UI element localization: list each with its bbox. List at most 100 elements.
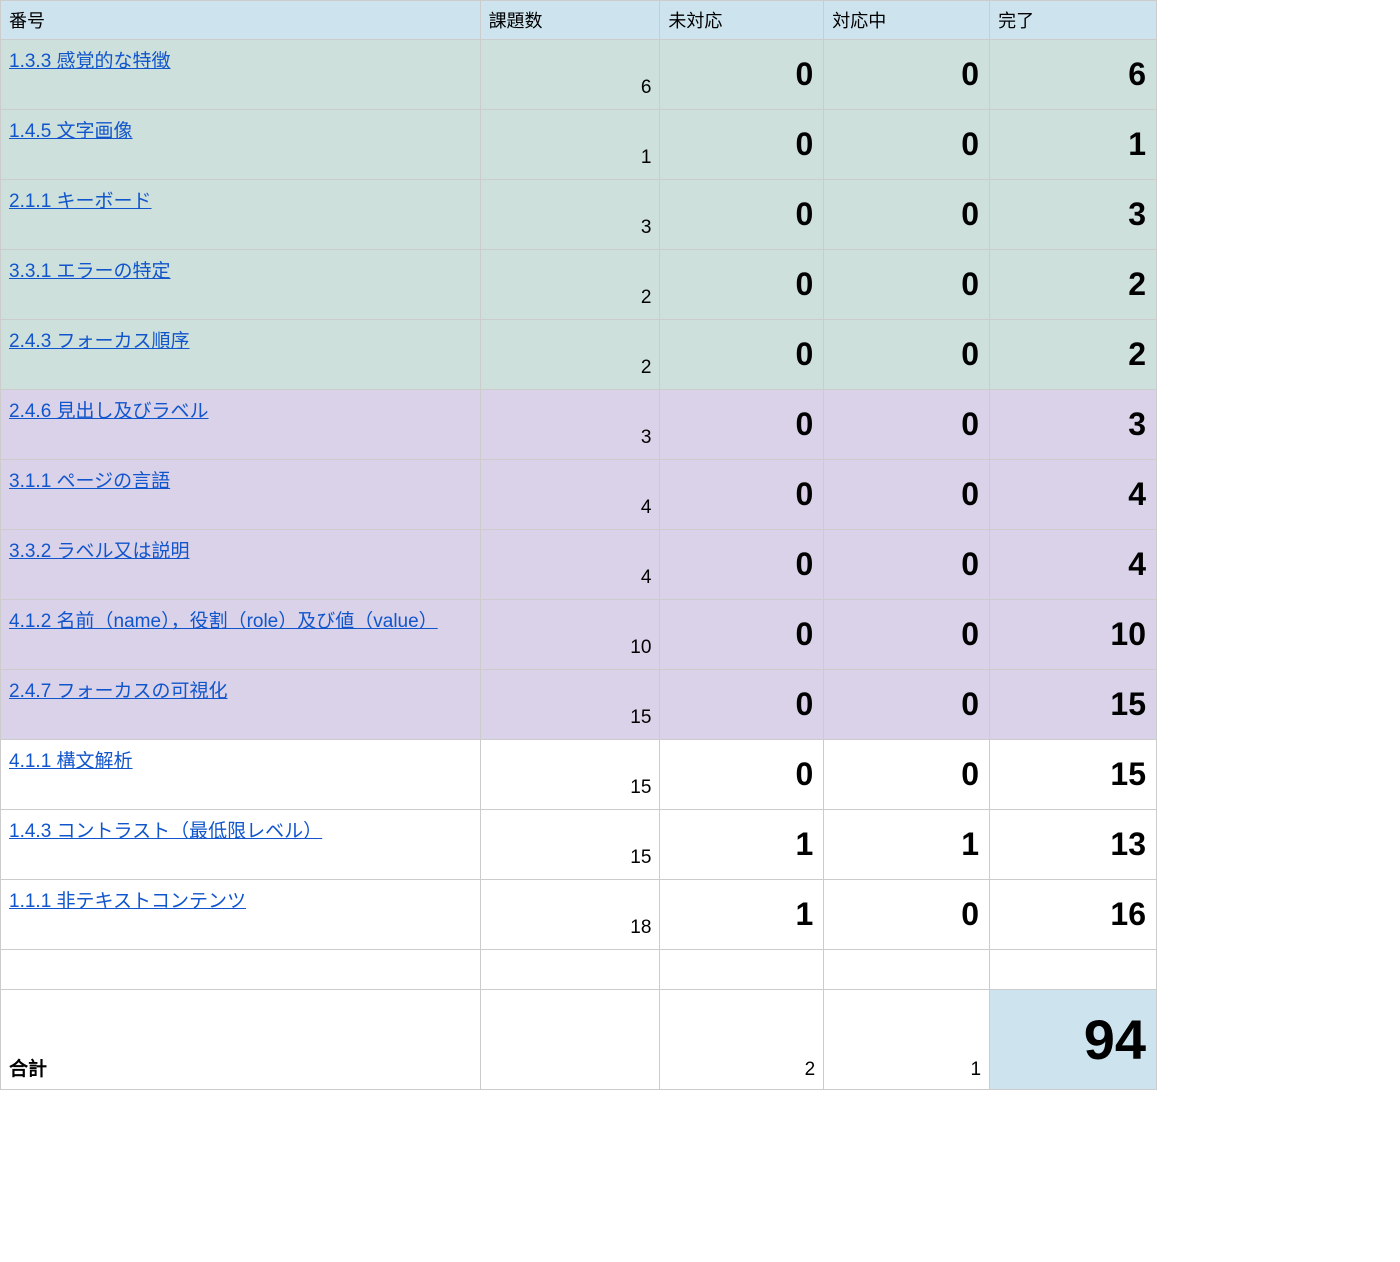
inprog-cell: 0 bbox=[824, 600, 990, 670]
criterion-cell: 4.1.2 名前（name），役割（role）及び値（value） bbox=[1, 600, 481, 670]
issues-cell: 10 bbox=[480, 600, 660, 670]
criterion-link[interactable]: 3.1.1 ページの言語 bbox=[9, 471, 170, 492]
table-row: 2.1.1 キーボード3003 bbox=[1, 180, 1157, 250]
criterion-cell: 3.3.2 ラベル又は説明 bbox=[1, 530, 481, 600]
inprog-cell: 0 bbox=[824, 740, 990, 810]
criterion-cell: 2.4.6 見出し及びラベル bbox=[1, 390, 481, 460]
criterion-link[interactable]: 3.3.1 エラーの特定 bbox=[9, 261, 171, 282]
criterion-cell: 1.1.1 非テキストコンテンツ bbox=[1, 880, 481, 950]
inprog-cell: 0 bbox=[824, 390, 990, 460]
criterion-link[interactable]: 2.4.7 フォーカスの可視化 bbox=[9, 681, 228, 702]
table-row: 3.1.1 ページの言語4004 bbox=[1, 460, 1157, 530]
total-open: 2 bbox=[660, 990, 824, 1090]
criterion-link[interactable]: 2.1.1 キーボード bbox=[9, 191, 152, 212]
criterion-link[interactable]: 1.4.3 コントラスト（最低限レベル） bbox=[9, 821, 322, 842]
done-cell: 6 bbox=[990, 40, 1157, 110]
table-row: 1.4.5 文字画像1001 bbox=[1, 110, 1157, 180]
issues-cell: 4 bbox=[480, 530, 660, 600]
done-cell: 15 bbox=[990, 740, 1157, 810]
issues-cell: 18 bbox=[480, 880, 660, 950]
done-cell: 2 bbox=[990, 320, 1157, 390]
header-number: 番号 bbox=[1, 1, 481, 40]
open-cell: 1 bbox=[660, 810, 824, 880]
open-cell: 0 bbox=[660, 180, 824, 250]
criterion-cell: 1.4.3 コントラスト（最低限レベル） bbox=[1, 810, 481, 880]
inprog-cell: 0 bbox=[824, 880, 990, 950]
open-cell: 0 bbox=[660, 740, 824, 810]
done-cell: 4 bbox=[990, 530, 1157, 600]
issues-cell: 3 bbox=[480, 390, 660, 460]
table-row: 1.4.3 コントラスト（最低限レベル）151113 bbox=[1, 810, 1157, 880]
issues-cell: 1 bbox=[480, 110, 660, 180]
table-row: 3.3.2 ラベル又は説明4004 bbox=[1, 530, 1157, 600]
inprog-cell: 0 bbox=[824, 670, 990, 740]
done-cell: 13 bbox=[990, 810, 1157, 880]
open-cell: 0 bbox=[660, 390, 824, 460]
table-row: 1.1.1 非テキストコンテンツ181016 bbox=[1, 880, 1157, 950]
total-issues bbox=[480, 990, 660, 1090]
table-row: 1.3.3 感覚的な特徴6006 bbox=[1, 40, 1157, 110]
criterion-cell: 2.4.3 フォーカス順序 bbox=[1, 320, 481, 390]
open-cell: 0 bbox=[660, 530, 824, 600]
table-row: 2.4.3 フォーカス順序2002 bbox=[1, 320, 1157, 390]
done-cell: 2 bbox=[990, 250, 1157, 320]
open-cell: 0 bbox=[660, 110, 824, 180]
criterion-link[interactable]: 1.3.3 感覚的な特徴 bbox=[9, 51, 171, 72]
open-cell: 0 bbox=[660, 670, 824, 740]
inprog-cell: 0 bbox=[824, 250, 990, 320]
table-row: 4.1.2 名前（name），役割（role）及び値（value）100010 bbox=[1, 600, 1157, 670]
criterion-cell: 2.4.7 フォーカスの可視化 bbox=[1, 670, 481, 740]
open-cell: 0 bbox=[660, 320, 824, 390]
done-cell: 16 bbox=[990, 880, 1157, 950]
criterion-link[interactable]: 4.1.2 名前（name），役割（role）及び値（value） bbox=[9, 611, 438, 632]
criterion-cell: 3.3.1 エラーの特定 bbox=[1, 250, 481, 320]
criterion-link[interactable]: 2.4.3 フォーカス順序 bbox=[9, 331, 190, 352]
done-cell: 10 bbox=[990, 600, 1157, 670]
table-row: 2.4.7 フォーカスの可視化150015 bbox=[1, 670, 1157, 740]
issues-cell: 2 bbox=[480, 250, 660, 320]
total-row: 合計 2 1 94 bbox=[1, 990, 1157, 1090]
table-row: 4.1.1 構文解析150015 bbox=[1, 740, 1157, 810]
total-label: 合計 bbox=[1, 990, 481, 1090]
header-done: 完了 bbox=[990, 1, 1157, 40]
table-header-row: 番号 課題数 未対応 対応中 完了 bbox=[1, 1, 1157, 40]
done-cell: 3 bbox=[990, 390, 1157, 460]
spacer-row bbox=[1, 950, 1157, 990]
open-cell: 0 bbox=[660, 40, 824, 110]
issues-cell: 4 bbox=[480, 460, 660, 530]
done-cell: 1 bbox=[990, 110, 1157, 180]
done-cell: 4 bbox=[990, 460, 1157, 530]
criterion-cell: 3.1.1 ページの言語 bbox=[1, 460, 481, 530]
total-done: 94 bbox=[990, 990, 1157, 1090]
issues-cell: 2 bbox=[480, 320, 660, 390]
table-row: 2.4.6 見出し及びラベル3003 bbox=[1, 390, 1157, 460]
criterion-link[interactable]: 1.4.5 文字画像 bbox=[9, 121, 133, 142]
open-cell: 0 bbox=[660, 600, 824, 670]
issues-cell: 6 bbox=[480, 40, 660, 110]
done-cell: 3 bbox=[990, 180, 1157, 250]
header-inprog: 対応中 bbox=[824, 1, 990, 40]
criterion-cell: 1.3.3 感覚的な特徴 bbox=[1, 40, 481, 110]
criterion-cell: 2.1.1 キーボード bbox=[1, 180, 481, 250]
criterion-link[interactable]: 3.3.2 ラベル又は説明 bbox=[9, 541, 190, 562]
criterion-link[interactable]: 4.1.1 構文解析 bbox=[9, 751, 133, 772]
header-open: 未対応 bbox=[660, 1, 824, 40]
inprog-cell: 0 bbox=[824, 530, 990, 600]
criterion-cell: 1.4.5 文字画像 bbox=[1, 110, 481, 180]
inprog-cell: 0 bbox=[824, 460, 990, 530]
total-inprog: 1 bbox=[824, 990, 990, 1090]
open-cell: 0 bbox=[660, 250, 824, 320]
issues-cell: 15 bbox=[480, 740, 660, 810]
header-issues: 課題数 bbox=[480, 1, 660, 40]
inprog-cell: 1 bbox=[824, 810, 990, 880]
inprog-cell: 0 bbox=[824, 320, 990, 390]
criterion-link[interactable]: 2.4.6 見出し及びラベル bbox=[9, 401, 209, 422]
criterion-link[interactable]: 1.1.1 非テキストコンテンツ bbox=[9, 891, 246, 912]
inprog-cell: 0 bbox=[824, 180, 990, 250]
wcag-status-table: 番号 課題数 未対応 対応中 完了 1.3.3 感覚的な特徴60061.4.5 … bbox=[0, 0, 1157, 1090]
criterion-cell: 4.1.1 構文解析 bbox=[1, 740, 481, 810]
issues-cell: 15 bbox=[480, 810, 660, 880]
open-cell: 0 bbox=[660, 460, 824, 530]
inprog-cell: 0 bbox=[824, 40, 990, 110]
done-cell: 15 bbox=[990, 670, 1157, 740]
